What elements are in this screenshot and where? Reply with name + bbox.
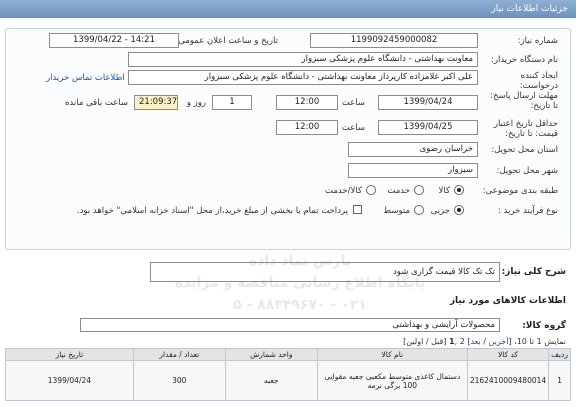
- buyer-org-field: معاونت بهداشتی - دانشگاه علوم پزشکی سبزو…: [128, 52, 478, 67]
- page-header: جزئیات اطلاعات نیاز: [0, 0, 576, 18]
- pagination: نمایش 1 تا 10، [آخرین / بعد] 2 ,1 [قبل /…: [403, 337, 566, 346]
- reply-time-field: 12:00: [276, 95, 338, 110]
- pagination-mid: ] 2 ,: [454, 337, 471, 346]
- treasury-payment-checkbox[interactable]: [353, 205, 362, 214]
- col-name-header: نام کالا: [316, 348, 468, 361]
- validity-time-field: 12:00: [276, 120, 338, 135]
- purchase-process-label: نوع فرآیند خرید :: [497, 206, 558, 216]
- day-label: روز و: [186, 98, 206, 108]
- delivery-province-field: خراسان رضوی: [348, 142, 478, 157]
- remaining-time-label: ساعت باقی مانده: [64, 98, 128, 108]
- col-unit-header: واحد شمارش: [224, 348, 318, 361]
- category-service-text: خدمت: [387, 186, 410, 196]
- remaining-time-field: 21:09:37: [134, 95, 178, 110]
- announce-datetime-field: 1399/04/22 - 14:21: [49, 33, 179, 48]
- need-number-field: 1199092459000082: [310, 33, 478, 48]
- goods-info-title: اطلاعات کالاهای مورد نیاز: [449, 296, 566, 306]
- delivery-city-label: شهر محل تحویل:: [496, 166, 558, 176]
- days-remaining-field: 1: [212, 95, 252, 110]
- reply-time-label: ساعت: [341, 98, 365, 108]
- category-goods-service-text: کالا/خدمت: [325, 186, 362, 196]
- category-goods-service-radio[interactable]: [366, 185, 376, 195]
- unit-cell: جعبه: [224, 360, 318, 401]
- need-details-panel: شماره نیاز: 1199092459000082 تاریخ و ساع…: [5, 28, 571, 250]
- category-goods-text: کالا: [438, 186, 450, 196]
- pagination-prefix: نمایش 1 تا 10، [: [508, 337, 566, 346]
- goods-group-field: محصولات آرایشی و بهداشتی: [80, 318, 500, 332]
- creator-field: علی اکبر غلامزاده کارپرداز معاونت بهداشت…: [128, 70, 478, 85]
- validity-time-label: ساعت: [341, 123, 365, 133]
- row-number-cell: 1: [548, 360, 571, 401]
- process-minor-radio[interactable]: [454, 205, 464, 215]
- need-date-cell: 1399/04/24: [5, 360, 134, 401]
- table-row[interactable]: 1 2162410009480014 دستمال کاغذی متوسط مک…: [5, 360, 571, 401]
- need-number-label: شماره نیاز:: [517, 36, 558, 46]
- col-date-header: تاریخ نیاز: [5, 348, 134, 361]
- process-medium-radio[interactable]: [414, 205, 424, 215]
- category-label: طبقه بندی موضوعی:: [482, 186, 558, 196]
- price-validity-label: حداقل تاریخ اعتبار قیمت: تا تاریخ:: [493, 119, 558, 139]
- goods-table: ردیف کد کالا نام کالا واحد شمارش تعداد /…: [5, 348, 571, 401]
- process-minor-text: جزیی: [430, 206, 450, 216]
- category-service-radio[interactable]: [414, 185, 424, 195]
- buyer-contact-link[interactable]: اطلاعات تماس خریدار: [46, 73, 125, 83]
- process-medium-text: متوسط: [383, 206, 410, 216]
- quantity-cell: 300: [132, 360, 226, 401]
- col-qty-header: تعداد / مقدار: [132, 348, 226, 361]
- announce-datetime-label: تاریخ و ساعت اعلان عمومی:: [175, 36, 278, 46]
- pagination-suffix: [قبل / اولین]: [403, 337, 450, 346]
- watermark-line-3: ۰۲۱ - ۸۸۳۴۹۶۷۰ - ۵: [233, 297, 367, 313]
- goods-name-cell: دستمال کاغذی متوسط مکعبی جعبه مقوایی 100…: [316, 360, 468, 401]
- watermark-line-1: پارس نماد داده: [248, 253, 352, 269]
- table-header-row: ردیف کد کالا نام کالا واحد شمارش تعداد /…: [5, 348, 571, 361]
- goods-code-cell: 2162410009480014: [466, 360, 550, 401]
- description-label: شرح کلی نیاز:: [501, 267, 566, 277]
- page-title: جزئیات اطلاعات نیاز: [491, 4, 568, 14]
- watermark-line-2: پایگاه اطلاع رسانی مناقصه و مزایده: [174, 275, 426, 291]
- pagination-next-link[interactable]: بعد: [470, 337, 480, 346]
- col-code-header: کد کالا: [466, 348, 550, 361]
- delivery-city-field: سبزوار: [348, 163, 478, 178]
- delivery-province-label: استان محل تحویل:: [491, 145, 558, 155]
- creator-label: ایجاد کننده درخواست:: [519, 71, 558, 91]
- col-row-header: ردیف: [548, 348, 571, 361]
- pagination-sep: /: [480, 337, 489, 346]
- treasury-payment-note: پرداخت تمام یا بخشی از مبلغ خرید،از محل …: [76, 206, 348, 216]
- reply-date-field: 1399/04/24: [378, 95, 478, 110]
- pagination-last-link[interactable]: آخرین: [489, 337, 509, 346]
- reply-deadline-label: مهلت ارسال پاسخ: تا تاریخ:: [490, 91, 558, 111]
- category-goods-radio[interactable]: [454, 185, 464, 195]
- buyer-org-label: نام دستگاه خریدار:: [491, 55, 558, 65]
- validity-date-field: 1399/04/25: [378, 120, 478, 135]
- goods-group-label: گروه کالا:: [522, 321, 566, 331]
- watermark: پارس نماد داده پایگاه اطلاع رسانی مناقصه…: [150, 250, 450, 316]
